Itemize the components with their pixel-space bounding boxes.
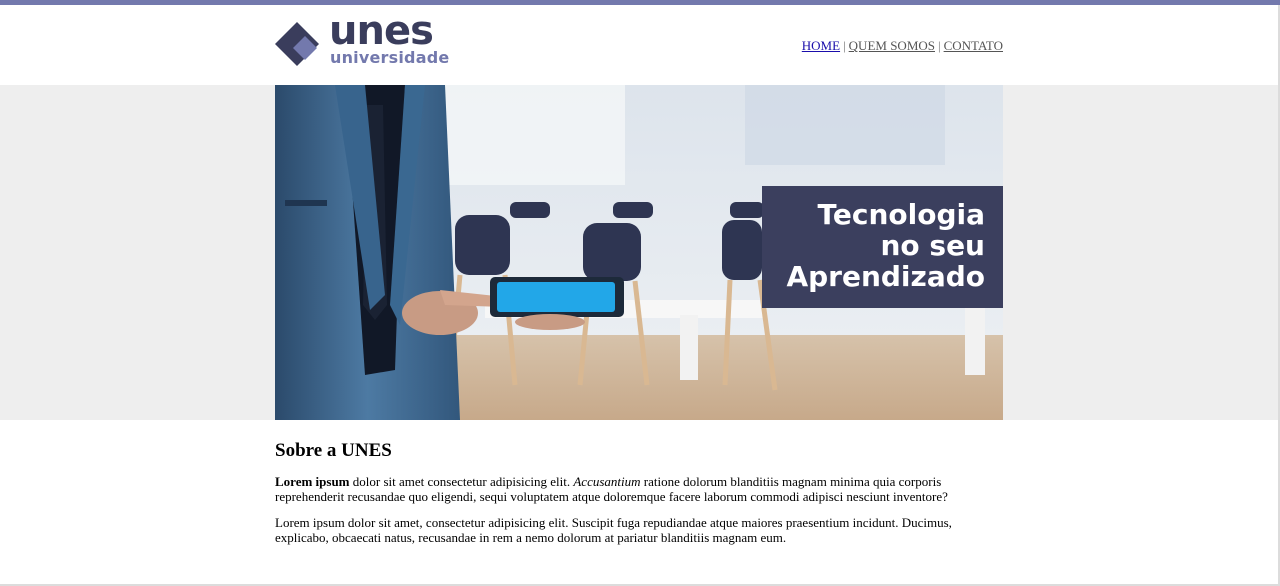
about-section: Sobre a UNES Lorem ipsum dolor sit amet … (275, 440, 1005, 556)
nav-link-home[interactable]: HOME (802, 38, 840, 53)
about-italic-text: Accusantium (573, 474, 641, 489)
nav-separator: | (938, 38, 941, 53)
nav-link-contato[interactable]: CONTATO (944, 38, 1003, 53)
banner-line-3: Aprendizado (786, 260, 985, 293)
logo-diamond-icon (275, 22, 319, 66)
nav-link-quem-somos[interactable]: QUEM SOMOS (849, 38, 935, 53)
about-bold-text: Lorem ipsum (275, 474, 350, 489)
main-nav: HOME | QUEM SOMOS | CONTATO (802, 38, 1003, 54)
hero-banner: Tecnologia no seu Aprendizado (275, 85, 1003, 420)
logo-wordmark: unes (329, 8, 434, 54)
banner-line-2: no seu (880, 229, 985, 262)
banner-headline: Tecnologia no seu Aprendizado (762, 186, 1003, 308)
about-paragraph-1: Lorem ipsum dolor sit amet consectetur a… (275, 474, 1005, 504)
unes-logo[interactable]: unes universidade (275, 11, 455, 72)
about-paragraph-2: Lorem ipsum dolor sit amet, consectetur … (275, 515, 952, 545)
nav-separator: | (843, 38, 846, 53)
site-header: unes universidade HOME | QUEM SOMOS | CONTAT… (0, 5, 1280, 85)
banner-line-1: Tecnologia (817, 198, 985, 231)
about-text-a: dolor sit amet consectetur adipisicing e… (349, 474, 574, 489)
about-title: Sobre a UNES (275, 440, 392, 461)
logo-subtitle: universidade (330, 48, 450, 67)
